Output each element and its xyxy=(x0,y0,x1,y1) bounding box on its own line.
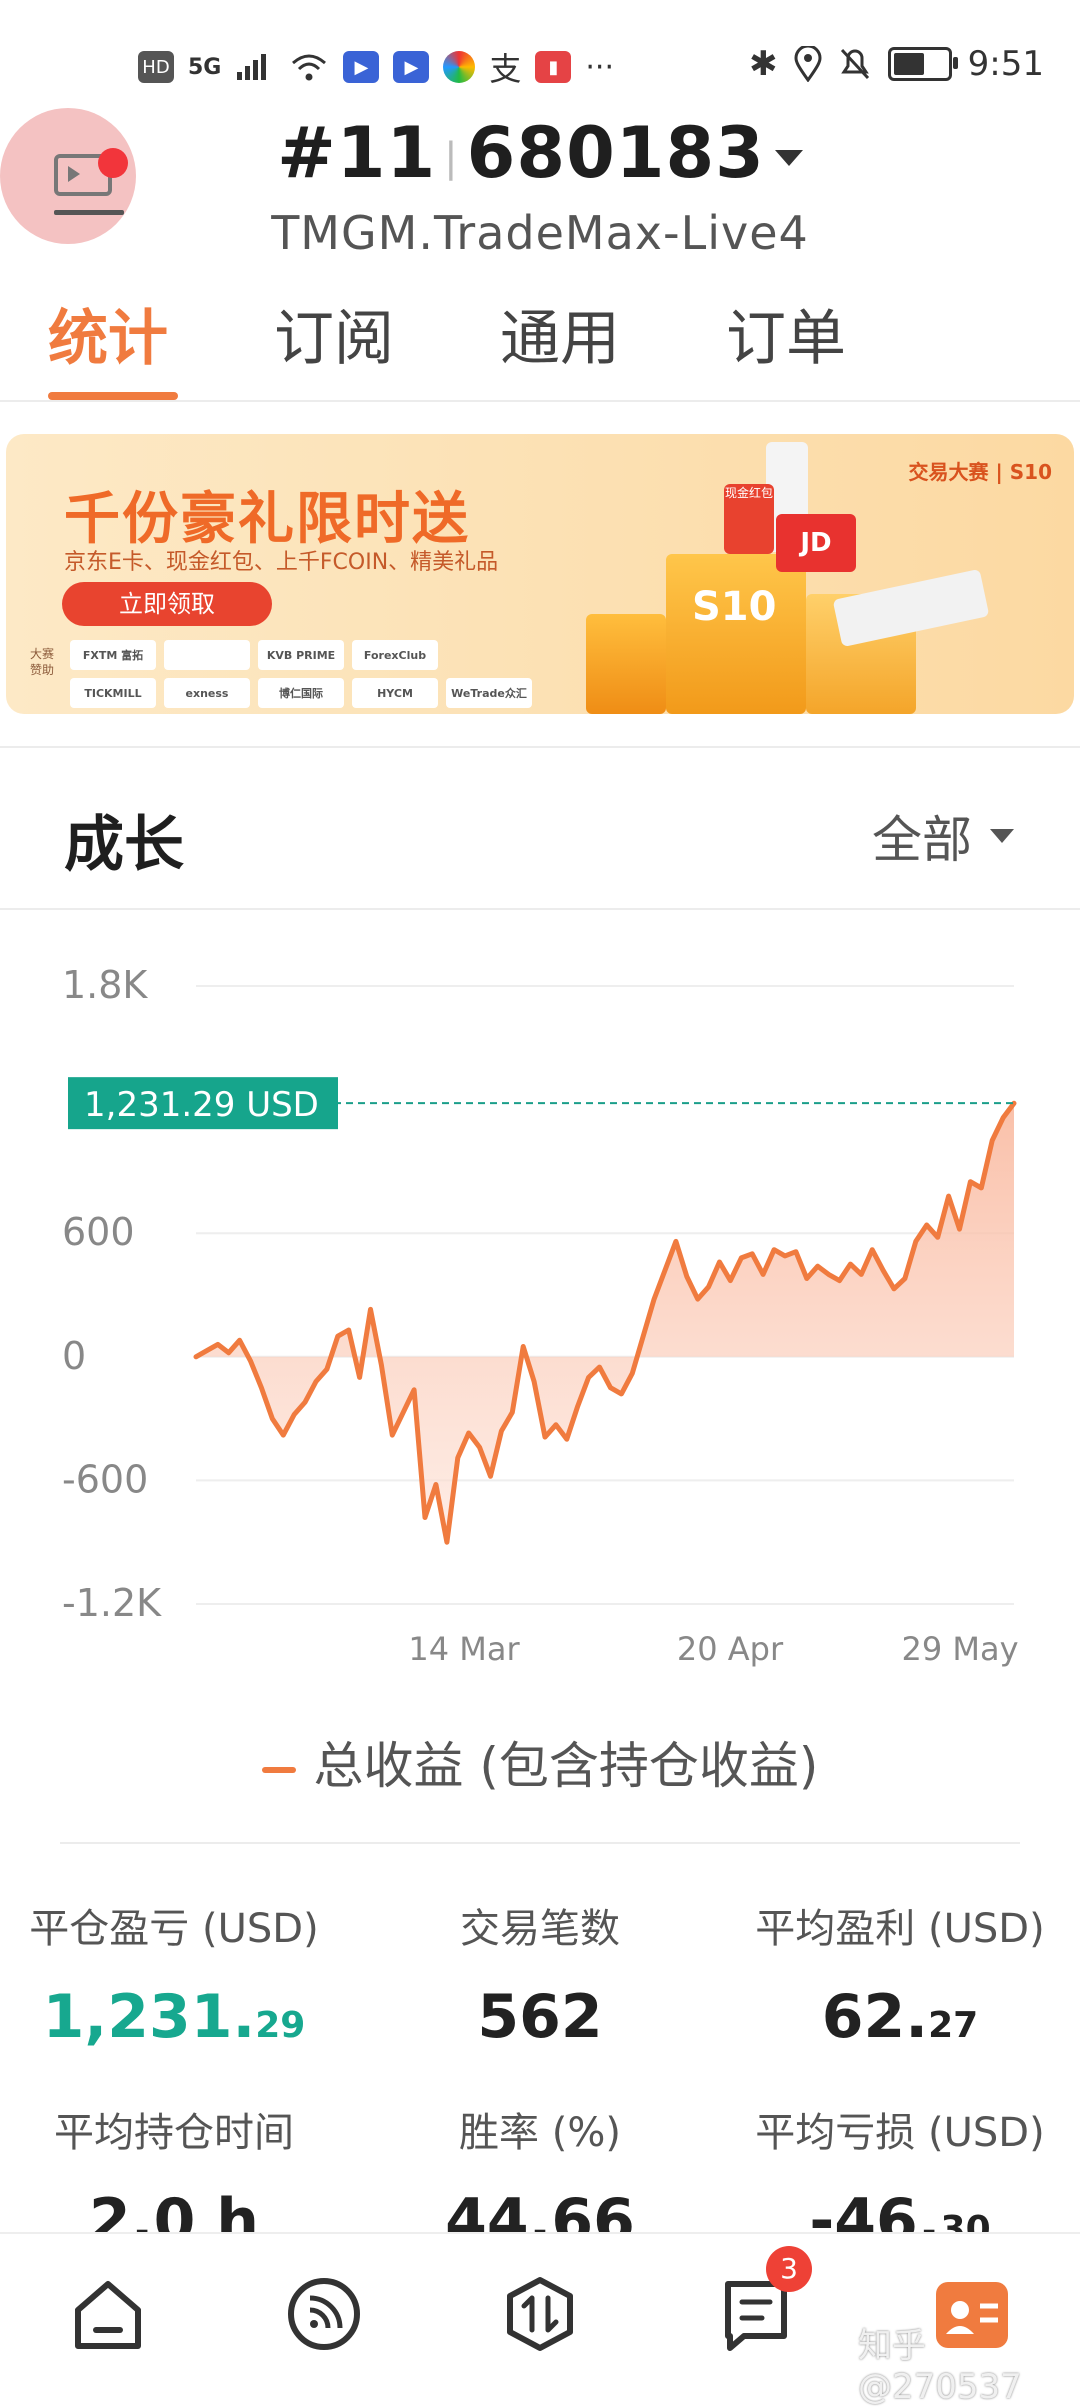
divider xyxy=(0,908,1080,910)
wifi-icon xyxy=(292,54,327,81)
chart-svg: 1.8K 600 0 -600 -1.2K 1,231.29 USD 14 Mar 20 Ap… xyxy=(62,963,1019,1668)
current-value-label: 1,231.29 USD xyxy=(84,1085,319,1125)
colorful-app-icon xyxy=(443,51,476,83)
location-icon xyxy=(794,46,822,82)
tab-statistics[interactable]: 统计 xyxy=(48,290,168,377)
x-tick-label: 20 Apr xyxy=(677,1630,784,1668)
divider xyxy=(0,400,1080,402)
sponsor-label: 大赛赞助 xyxy=(30,647,55,677)
x-tick-label: 14 Mar xyxy=(408,1630,520,1668)
status-bar: HD 5G ▶ ▶ 支 ▮ ··· ✱ 9:51 xyxy=(0,0,1080,110)
sponsor-logo: KVB PRIME xyxy=(258,640,344,670)
tab-bar: 统计 订阅 通用 订单 xyxy=(0,290,1080,400)
stat-label: 胜率 (%) xyxy=(459,2110,621,2156)
y-tick-label: -600 xyxy=(62,1457,148,1501)
jd-card-graphic: JD xyxy=(776,514,856,572)
legend-swatch xyxy=(261,1766,296,1773)
clock: 9:51 xyxy=(967,44,1044,84)
stat-value-decimal: 27 xyxy=(928,2005,979,2046)
signal-bars-icon xyxy=(237,54,267,80)
stat-value: 562 xyxy=(477,1982,603,2052)
gift-box-graphic xyxy=(666,554,806,714)
section-title: 成长 xyxy=(64,810,184,880)
range-filter-label: 全部 xyxy=(872,811,972,869)
banner-brand: 交易大赛 | S10 xyxy=(908,460,1052,484)
more-dots-icon: ··· xyxy=(585,49,614,85)
stat-label: 平均盈利 (USD) xyxy=(755,1906,1045,1952)
bluetooth-icon: ✱ xyxy=(749,44,778,84)
sponsor-logo: HYCM xyxy=(352,678,438,708)
alipay-icon: 支 xyxy=(489,50,522,88)
status-left-icons: HD 5G ▶ ▶ 支 ▮ ··· xyxy=(138,44,614,90)
hd-icon: HD xyxy=(138,51,174,83)
y-tick-label: 1.8K xyxy=(62,963,148,1007)
growth-chart[interactable]: 1.8K 600 0 -600 -1.2K 1,231.29 USD 14 Mar 20 Ap… xyxy=(0,920,1080,1700)
sponsor-logo xyxy=(446,640,532,670)
claim-button[interactable]: 立即领取 xyxy=(62,582,272,626)
red-envelope-graphic: 现金红包 xyxy=(724,484,774,554)
sponsor-logo: ForexClub xyxy=(352,640,438,670)
sponsor-logos: FXTM 富拓 KVB PRIME ForexClub TICKMILL exn… xyxy=(70,640,540,708)
banner-subtitle: 京东E卡、现金红包、上千FCOIN、精美礼品 xyxy=(64,550,499,575)
banner-title: 千份豪礼限时送 xyxy=(64,487,470,552)
area-fill xyxy=(196,1103,1014,1543)
sponsor-logo: TICKMILL xyxy=(70,678,156,708)
stat-item: 平仓盈亏 (USD) 1,231.29 xyxy=(0,1896,354,2052)
sponsor-logo: FXTM 富拓 xyxy=(70,640,156,670)
5g-signal-icon: 5G xyxy=(188,54,222,80)
book-app-icon: ▮ xyxy=(535,51,572,83)
feed-icon[interactable] xyxy=(284,2274,364,2354)
stat-value: 1,231.29 xyxy=(42,1982,306,2052)
tab-orders[interactable]: 订单 xyxy=(726,290,846,377)
y-tick-label: 600 xyxy=(62,1210,135,1254)
chart-legend: 总收益 (包含持仓收益) xyxy=(0,1726,1080,1798)
stat-label: 平均持仓时间 xyxy=(54,2110,294,2156)
chevron-down-icon xyxy=(990,829,1014,843)
status-right-icons: ✱ 9:51 xyxy=(749,44,1044,84)
legend-label: 总收益 (包含持仓收益) xyxy=(313,1737,819,1795)
s10-graphic: S10 xyxy=(692,584,777,630)
watermark: 知乎 @270537 xyxy=(858,2326,1022,2407)
stat-label: 平仓盈亏 (USD) xyxy=(29,1906,319,1952)
account-id: 680183 xyxy=(466,112,765,194)
stat-label: 交易笔数 xyxy=(460,1906,620,1952)
gift-box-graphic xyxy=(586,614,666,714)
promo-banner[interactable]: 千份豪礼限时送 京东E卡、现金红包、上千FCOIN、精美礼品 立即领取 大赛赞助… xyxy=(6,434,1074,714)
divider xyxy=(0,746,1080,748)
stat-item: 平均盈利 (USD) 62.27 xyxy=(720,1896,1080,2052)
sponsor-logo: WeTrade众汇 xyxy=(446,678,532,708)
messages-badge: 3 xyxy=(766,2246,812,2292)
video-app-icon: ▶ xyxy=(343,51,380,83)
y-tick-label: -1.2K xyxy=(62,1581,162,1625)
video-app-icon-2: ▶ xyxy=(393,51,430,83)
stat-item: 交易笔数 562 xyxy=(360,1896,720,2052)
account-separator: | xyxy=(444,134,459,181)
stat-value: 62.27 xyxy=(821,1982,979,2052)
bell-off-icon xyxy=(840,48,869,80)
sponsor-logo xyxy=(164,640,250,670)
tab-subscriptions[interactable]: 订阅 xyxy=(274,290,394,377)
range-filter[interactable]: 全部 xyxy=(872,800,1014,872)
home-icon[interactable] xyxy=(68,2274,148,2354)
stat-label: 平均亏损 (USD) xyxy=(755,2110,1045,2156)
account-prefix: #11 xyxy=(277,112,437,194)
sponsor-logo: exness xyxy=(164,678,250,708)
x-tick-label: 29 May xyxy=(901,1630,1018,1668)
y-tick-label: 0 xyxy=(62,1334,86,1378)
tab-general[interactable]: 通用 xyxy=(500,290,620,377)
chevron-down-icon xyxy=(774,149,803,166)
trade-icon[interactable] xyxy=(500,2274,580,2354)
active-tab-indicator xyxy=(48,392,178,400)
account-selector[interactable]: #11 | 680183 xyxy=(0,112,1080,194)
battery-icon xyxy=(887,47,958,81)
server-name: TMGM.TradeMax-Live4 xyxy=(271,206,809,260)
sponsor-logo: 博仁国际 xyxy=(258,678,344,708)
divider xyxy=(60,1842,1020,1844)
stat-value-decimal: 29 xyxy=(255,2005,306,2046)
